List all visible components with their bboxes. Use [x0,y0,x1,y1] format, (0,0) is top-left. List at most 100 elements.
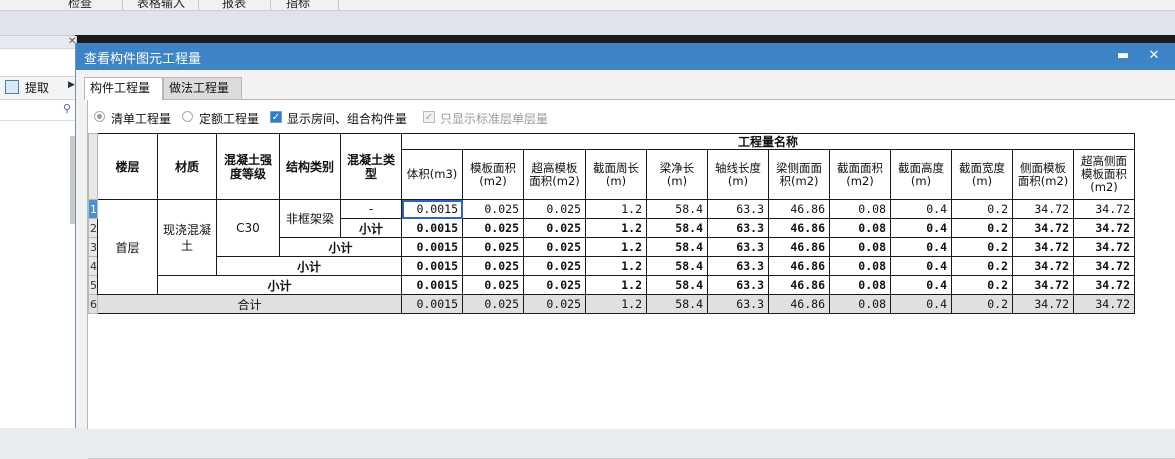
cell-value[interactable]: 58.4 [646,275,708,295]
cell-value[interactable]: 0.025 [523,237,586,257]
radio-list-quantity[interactable] [94,111,105,122]
cell-value[interactable]: 34.72 [1073,294,1135,314]
row-number[interactable]: 2 [88,218,98,238]
cell-grade[interactable]: C30 [216,199,280,257]
cell-total-label[interactable]: 合计 [97,294,402,314]
cell-value[interactable]: 0.2 [951,275,1013,295]
cell-value[interactable]: 0.4 [890,199,952,219]
cell-value[interactable]: 0.025 [462,218,524,238]
cell-value[interactable]: 1.2 [585,237,647,257]
cell-value[interactable]: 0.4 [890,275,952,295]
cell-value[interactable]: 46.86 [768,275,830,295]
cell-material[interactable]: 现浇混凝土 [157,199,217,276]
cell-value[interactable]: 63.3 [707,294,769,314]
table-row[interactable]: 5 小计 0.0015 0.025 0.025 1.2 58.4 63.3 46… [88,275,1135,295]
cell-value[interactable]: 0.025 [523,275,586,295]
cell-value[interactable]: 1.2 [585,256,647,276]
cell-value[interactable]: 0.2 [951,218,1013,238]
cell-value[interactable]: 0.2 [951,294,1013,314]
cell-value[interactable]: 0.08 [829,218,891,238]
cell-value[interactable]: 34.72 [1012,256,1074,276]
row-number[interactable]: 4 [88,256,98,276]
extract-button[interactable]: 提取 [25,79,49,96]
close-icon[interactable]: ✕ [1144,47,1164,65]
cell-value[interactable]: 0.025 [462,237,524,257]
cell-value[interactable]: 58.4 [646,237,708,257]
cell-value[interactable]: 46.86 [768,294,830,314]
cell-value[interactable]: 58.4 [646,256,708,276]
row-number[interactable]: 5 [88,275,98,295]
cell-value[interactable]: 0.0015 [401,294,463,314]
cell-value[interactable]: 0.08 [829,294,891,314]
cell-value[interactable]: 58.4 [646,294,708,314]
cell-value[interactable]: 1.2 [585,275,647,295]
cell-value[interactable]: 0.025 [523,294,586,314]
cell-value[interactable]: 46.86 [768,199,830,219]
tab-method-quantity[interactable]: 做法工程量 [163,77,242,99]
cell-value[interactable]: 0.0015 [401,256,463,276]
cell-subtotal-label[interactable]: 小计 [157,275,402,295]
cell-value[interactable]: 0.4 [890,294,952,314]
cell-value[interactable]: 1.2 [585,294,647,314]
row-number[interactable]: 3 [88,237,98,257]
cell-value[interactable]: 0.0015 [401,237,463,257]
dialog-titlebar[interactable]: 查看构件图元工程量 ▬ ✕ [76,43,1175,70]
cell-value[interactable]: 46.86 [768,237,830,257]
cell-value[interactable]: 34.72 [1073,199,1135,219]
minimize-icon[interactable]: ▬ [1113,47,1133,65]
cell-value[interactable]: 63.3 [707,218,769,238]
cell-value[interactable]: 34.72 [1012,218,1074,238]
row-number[interactable]: 6 [88,294,98,314]
menu-table-input[interactable]: 表格输入 [137,0,185,11]
row-number[interactable]: 1 [88,199,98,219]
table-row-total[interactable]: 6 合计 0.0015 0.025 0.025 1.2 58.4 63.3 46… [88,294,1135,314]
cell-value[interactable]: 0.025 [462,294,524,314]
cell-value[interactable]: 63.3 [707,256,769,276]
cell-value[interactable]: 0.025 [523,256,586,276]
cell-subtotal-label[interactable]: 小计 [340,218,402,238]
cell-value[interactable]: 34.72 [1012,294,1074,314]
cell-value[interactable]: 0.08 [829,199,891,219]
cell-value[interactable]: 0.4 [890,256,952,276]
cell-value[interactable]: 0.025 [462,199,524,219]
cell-value[interactable]: 0.2 [951,256,1013,276]
cell-value[interactable]: 63.3 [707,275,769,295]
cell-value[interactable]: 34.72 [1012,275,1074,295]
cell-value[interactable]: 0.0015 [401,275,463,295]
cell-value[interactable]: 0.2 [951,199,1013,219]
extract-icon[interactable] [5,80,19,94]
cell-value[interactable]: 0.025 [462,256,524,276]
cell-value[interactable]: 0.08 [829,256,891,276]
cell-subtotal-label[interactable]: 小计 [279,237,402,257]
cell-value[interactable]: 0.025 [462,275,524,295]
search-icon[interactable]: ⚲ [63,102,71,115]
tab-component-quantity[interactable]: 构件工程量 [84,77,163,100]
cell-value[interactable]: 34.72 [1073,218,1135,238]
chevron-right-icon[interactable]: ▶ [68,80,75,90]
cell-value[interactable]: 34.72 [1012,237,1074,257]
menu-check[interactable]: 检查 [68,0,92,11]
menu-indicator[interactable]: 指标 [286,0,310,11]
cell-value[interactable]: 0.08 [829,237,891,257]
cell-value[interactable]: 63.3 [707,237,769,257]
cell-value[interactable]: 1.2 [585,199,647,219]
cell-value[interactable]: 0.0015 [401,199,463,219]
cell-value[interactable]: 63.3 [707,199,769,219]
menu-report[interactable]: 报表 [222,0,246,11]
cell-concrete-type[interactable]: - [340,199,402,219]
table-row[interactable]: 4 小计 0.0015 0.025 0.025 1.2 58.4 63.3 46… [88,256,1135,276]
cell-value[interactable]: 0.2 [951,237,1013,257]
cell-value[interactable]: 0.08 [829,275,891,295]
check-icon[interactable]: ✓ [270,111,282,123]
cell-value[interactable]: 0.025 [523,218,586,238]
cell-floor[interactable]: 首层 [97,199,158,295]
cell-subtotal-label[interactable]: 小计 [216,256,402,276]
cell-value[interactable]: 46.86 [768,256,830,276]
cell-struct-type[interactable]: 非框架梁 [279,199,341,238]
cell-value[interactable]: 1.2 [585,218,647,238]
cell-value[interactable]: 58.4 [646,218,708,238]
cell-value[interactable]: 0.4 [890,218,952,238]
radio-quota-quantity[interactable] [182,111,193,122]
cell-value[interactable]: 34.72 [1073,256,1135,276]
cell-value[interactable]: 34.72 [1073,237,1135,257]
